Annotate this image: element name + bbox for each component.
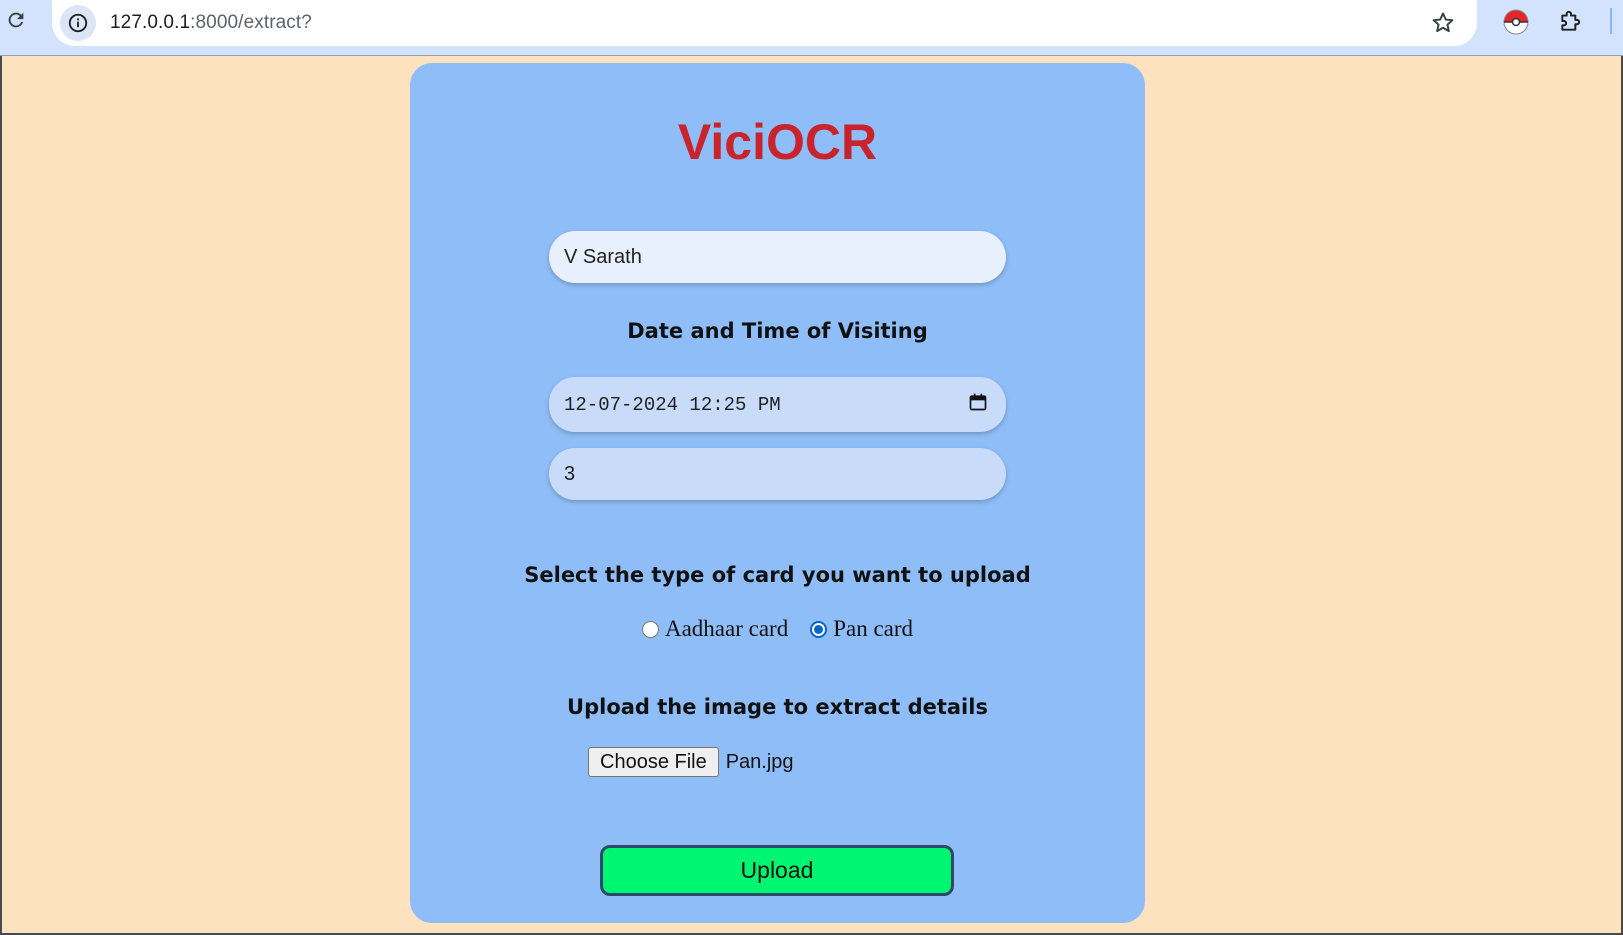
calendar-icon[interactable] bbox=[968, 392, 988, 418]
url-text[interactable]: 127.0.0.1:8000/extract? bbox=[110, 12, 312, 34]
radio-aadhaar[interactable] bbox=[641, 620, 659, 638]
radio-aadhaar-label: Aadhaar card bbox=[664, 616, 789, 641]
puzzle-icon[interactable] bbox=[1556, 6, 1586, 36]
file-input: Choose File Pan.jpg bbox=[588, 747, 794, 777]
choose-file-button[interactable]: Choose File bbox=[588, 747, 719, 777]
star-icon[interactable] bbox=[1427, 7, 1459, 39]
address-bar[interactable]: 127.0.0.1:8000/extract? bbox=[52, 0, 1477, 46]
url-path: :8000/extract? bbox=[190, 12, 312, 33]
datetime-input[interactable]: 12-07-2024 12:25 PM bbox=[549, 377, 1006, 432]
radio-pan-label: Pan card bbox=[833, 616, 914, 641]
card-type-group: Aadhaar card Pan card bbox=[410, 616, 1145, 642]
selected-file-name: Pan.jpg bbox=[725, 750, 794, 773]
radio-option-aadhaar[interactable]: Aadhaar card bbox=[641, 616, 789, 642]
reload-icon[interactable] bbox=[2, 6, 30, 34]
app-title: ViciOCR bbox=[677, 114, 878, 170]
count-input[interactable] bbox=[549, 448, 1006, 500]
browser-toolbar: 127.0.0.1:8000/extract? bbox=[0, 0, 1623, 56]
upload-label: Upload the image to extract details bbox=[567, 695, 988, 719]
page-viewport: ViciOCR Date and Time of Visiting 12-07-… bbox=[0, 56, 1623, 935]
url-host: 127.0.0.1 bbox=[110, 12, 191, 33]
name-input[interactable] bbox=[549, 231, 1006, 283]
upload-button[interactable]: Upload bbox=[600, 845, 954, 896]
date-label: Date and Time of Visiting bbox=[627, 319, 928, 343]
radio-option-pan[interactable]: Pan card bbox=[810, 616, 913, 642]
datetime-value: 12-07-2024 12:25 PM bbox=[564, 393, 781, 416]
radio-pan[interactable] bbox=[810, 620, 828, 638]
pokeball-icon[interactable] bbox=[1502, 8, 1530, 36]
info-icon[interactable] bbox=[60, 5, 96, 41]
form-card: ViciOCR Date and Time of Visiting 12-07-… bbox=[410, 63, 1145, 923]
card-type-label: Select the type of card you want to uplo… bbox=[524, 563, 1031, 587]
toolbar-divider bbox=[1610, 8, 1612, 34]
